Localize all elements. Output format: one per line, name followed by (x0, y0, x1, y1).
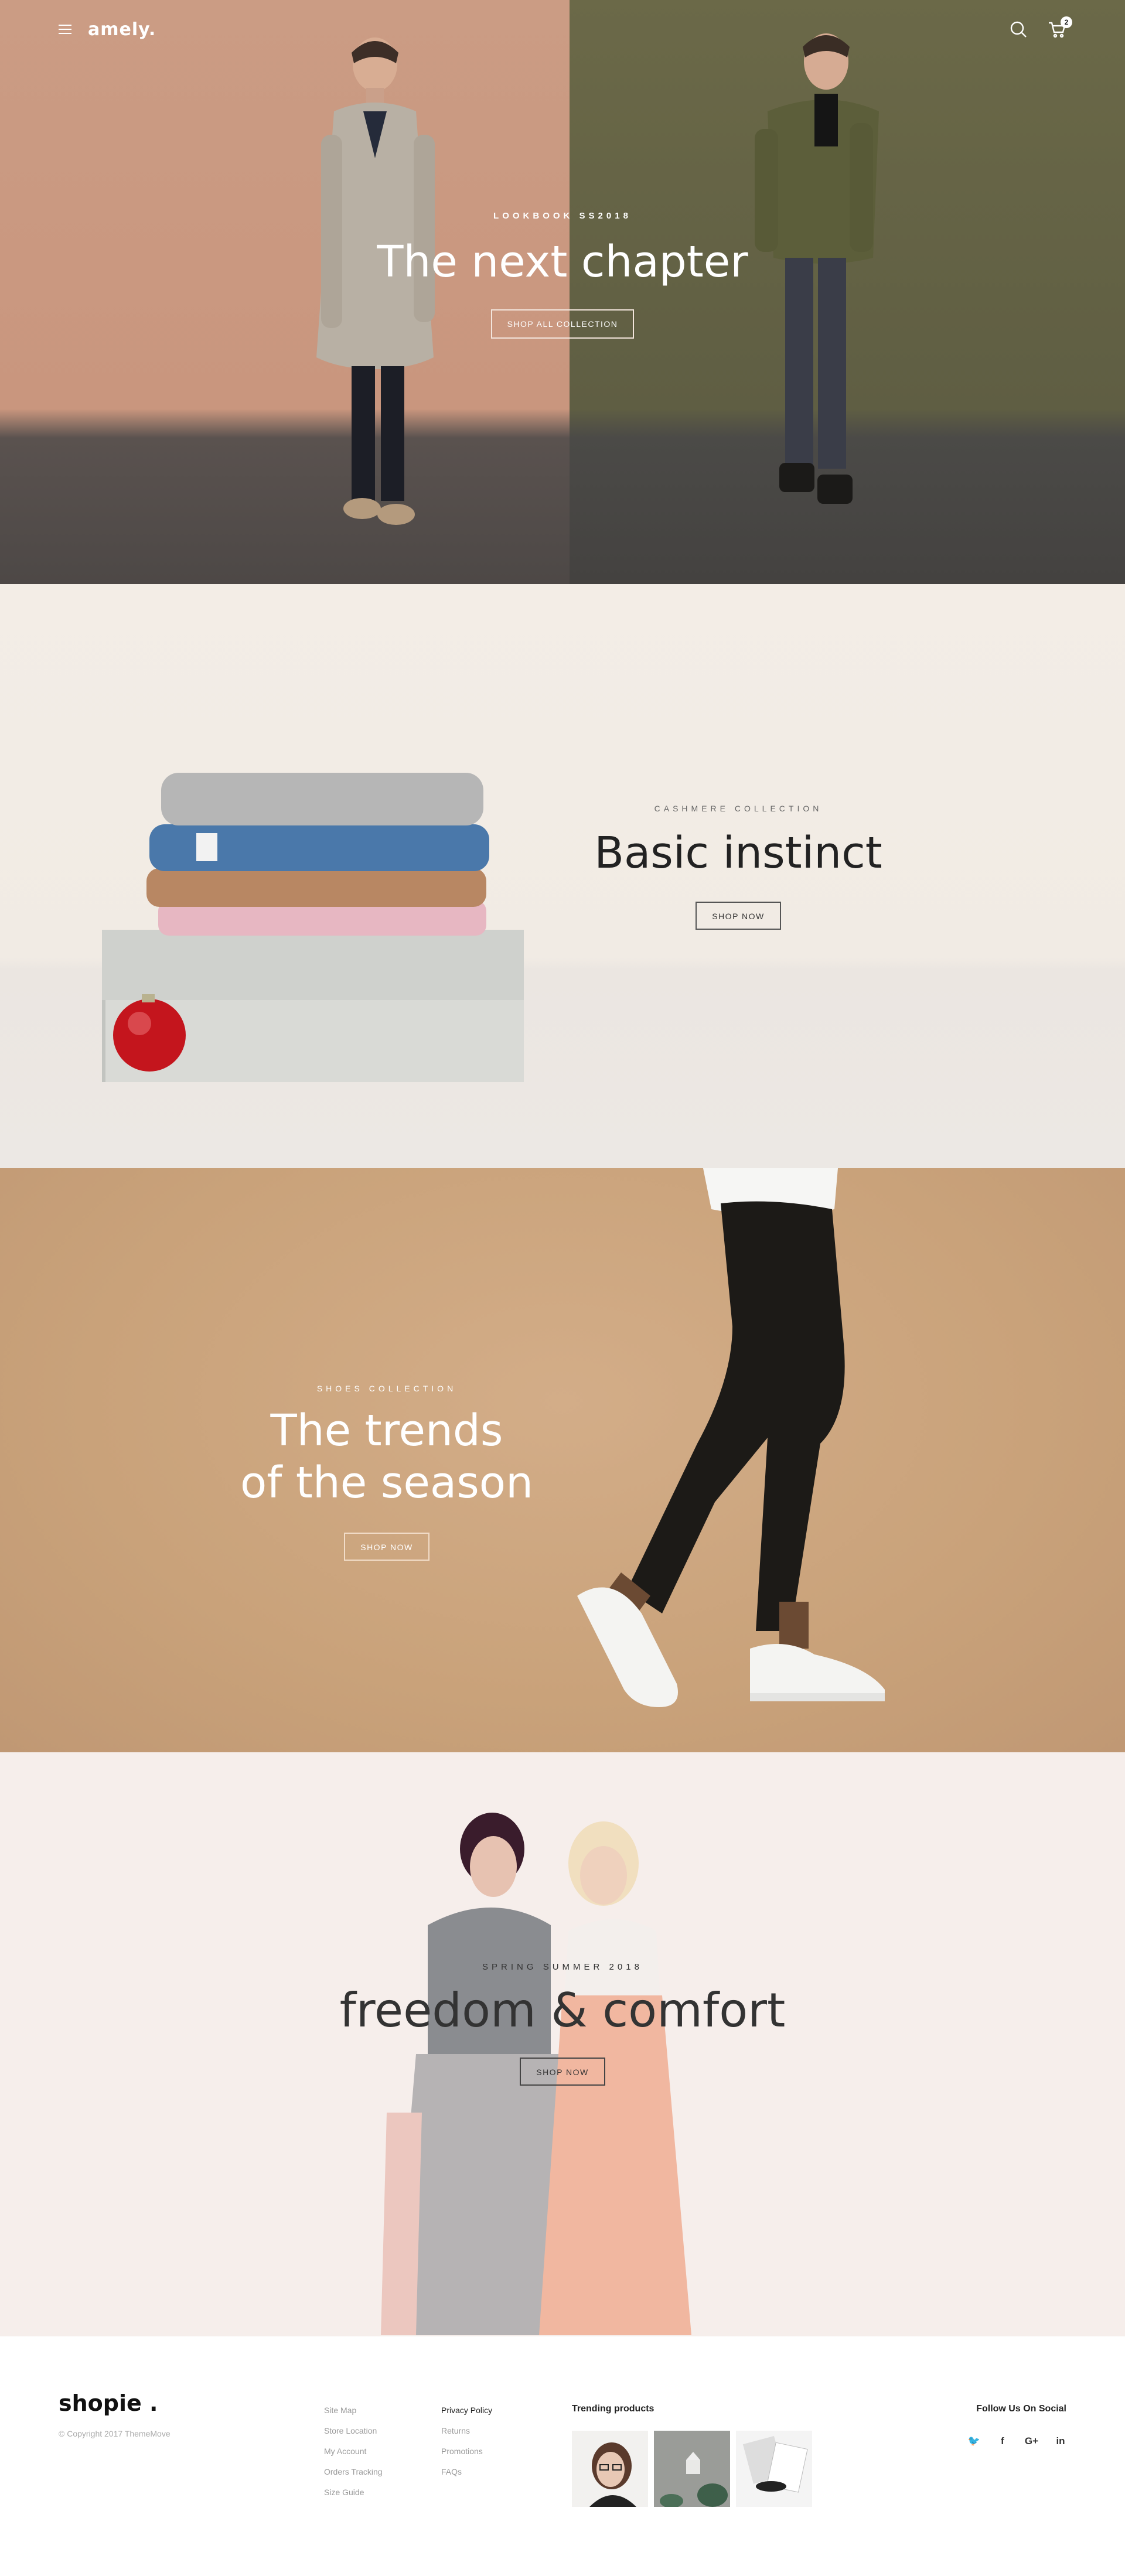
menu-icon-bar (59, 29, 71, 30)
hero-eyebrow: LOOKBOOK SS2018 (493, 211, 632, 221)
cart-icon[interactable]: 2 (1048, 16, 1072, 39)
footer-link-orders-tracking[interactable]: Orders Tracking (324, 2467, 383, 2488)
freedom-section: SPRING SUMMER 2018 freedom & comfort SHO… (0, 1752, 1125, 2336)
shoes-headline-line-2: of the season (240, 1457, 533, 1508)
cart-count-badge: 2 (1061, 16, 1072, 28)
shoes-caption: SHOES COLLECTION The trends of the seaso… (211, 1384, 562, 1561)
sweater-stack-image (102, 773, 524, 1082)
hero-section: LOOKBOOK SS2018 The next chapter SHOP AL… (0, 0, 1125, 584)
cashmere-shop-now-button[interactable]: SHOP NOW (696, 901, 781, 930)
shoes-headline: The trends of the season (211, 1405, 562, 1509)
facebook-icon[interactable]: f (997, 2435, 1008, 2447)
twitter-icon[interactable]: 🐦 (968, 2435, 980, 2447)
trending-product-thumb-3[interactable] (736, 2431, 812, 2507)
footer-link-promotions[interactable]: Promotions (441, 2447, 492, 2467)
shoes-shop-now-button[interactable]: SHOP NOW (344, 1532, 429, 1561)
footer-link-privacy-policy[interactable]: Privacy Policy (441, 2406, 492, 2426)
shoes-headline-line-1: The trends (270, 1405, 503, 1456)
footer-links-col-2: Privacy Policy Returns Promotions FAQs (441, 2406, 492, 2488)
freedom-eyebrow: SPRING SUMMER 2018 (482, 1962, 643, 1972)
cashmere-caption: CASHMERE COLLECTION Basic instinct SHOP … (562, 804, 914, 930)
shoes-section: SHOES COLLECTION The trends of the seaso… (0, 1168, 1125, 1752)
footer-link-site-map[interactable]: Site Map (324, 2406, 383, 2426)
footer-link-returns[interactable]: Returns (441, 2426, 492, 2447)
hero-headline: The next chapter (377, 237, 748, 287)
shoes-eyebrow: SHOES COLLECTION (316, 1384, 457, 1393)
cashmere-headline: Basic instinct (594, 828, 882, 878)
menu-icon-bar (59, 25, 71, 26)
footer-link-size-guide[interactable]: Size Guide (324, 2488, 383, 2508)
shop-all-collection-button[interactable]: SHOP ALL COLLECTION (490, 309, 635, 339)
trending-products: Trending products (572, 2404, 812, 2507)
social-block: Follow Us On Social 🐦 f G+ in (968, 2404, 1066, 2447)
footer-logo[interactable]: shopie . (59, 2390, 171, 2416)
trending-products-title: Trending products (572, 2404, 654, 2414)
menu-icon[interactable] (59, 25, 71, 34)
menu-icon-bar (59, 33, 71, 34)
google-plus-icon[interactable]: G+ (1025, 2435, 1038, 2447)
trending-thumbnails (572, 2431, 812, 2507)
social-title: Follow Us On Social (976, 2404, 1066, 2414)
cashmere-eyebrow: CASHMERE COLLECTION (654, 804, 823, 813)
hero-caption: LOOKBOOK SS2018 The next chapter SHOP AL… (328, 211, 797, 339)
trending-product-thumb-2[interactable] (654, 2431, 730, 2507)
site-footer: shopie . © Copyright 2017 ThemeMove Site… (0, 2336, 1125, 2574)
copyright-text: © Copyright 2017 ThemeMove (59, 2429, 171, 2438)
site-header: amely. 2 (0, 0, 1125, 59)
footer-links-col-1: Site Map Store Location My Account Order… (324, 2406, 383, 2508)
social-icons: 🐦 f G+ in (968, 2435, 1066, 2447)
freedom-headline: freedom & comfort (339, 1983, 786, 2038)
header-left: amely. (59, 19, 156, 40)
footer-brand: shopie . © Copyright 2017 ThemeMove (59, 2390, 171, 2438)
site-logo[interactable]: amely. (88, 19, 156, 40)
search-icon[interactable] (1009, 20, 1028, 39)
freedom-caption: SPRING SUMMER 2018 freedom & comfort SHO… (328, 1962, 797, 2086)
footer-link-faqs[interactable]: FAQs (441, 2467, 492, 2488)
freedom-shop-now-button[interactable]: SHOP NOW (520, 2058, 605, 2086)
footer-link-my-account[interactable]: My Account (324, 2447, 383, 2467)
linkedin-icon[interactable]: in (1055, 2435, 1066, 2447)
trending-product-thumb-1[interactable] (572, 2431, 648, 2507)
legs-sneakers-image (577, 1168, 885, 1707)
footer-link-store-location[interactable]: Store Location (324, 2426, 383, 2447)
cashmere-section: CASHMERE COLLECTION Basic instinct SHOP … (0, 584, 1125, 1168)
header-right: 2 (1009, 16, 1072, 39)
